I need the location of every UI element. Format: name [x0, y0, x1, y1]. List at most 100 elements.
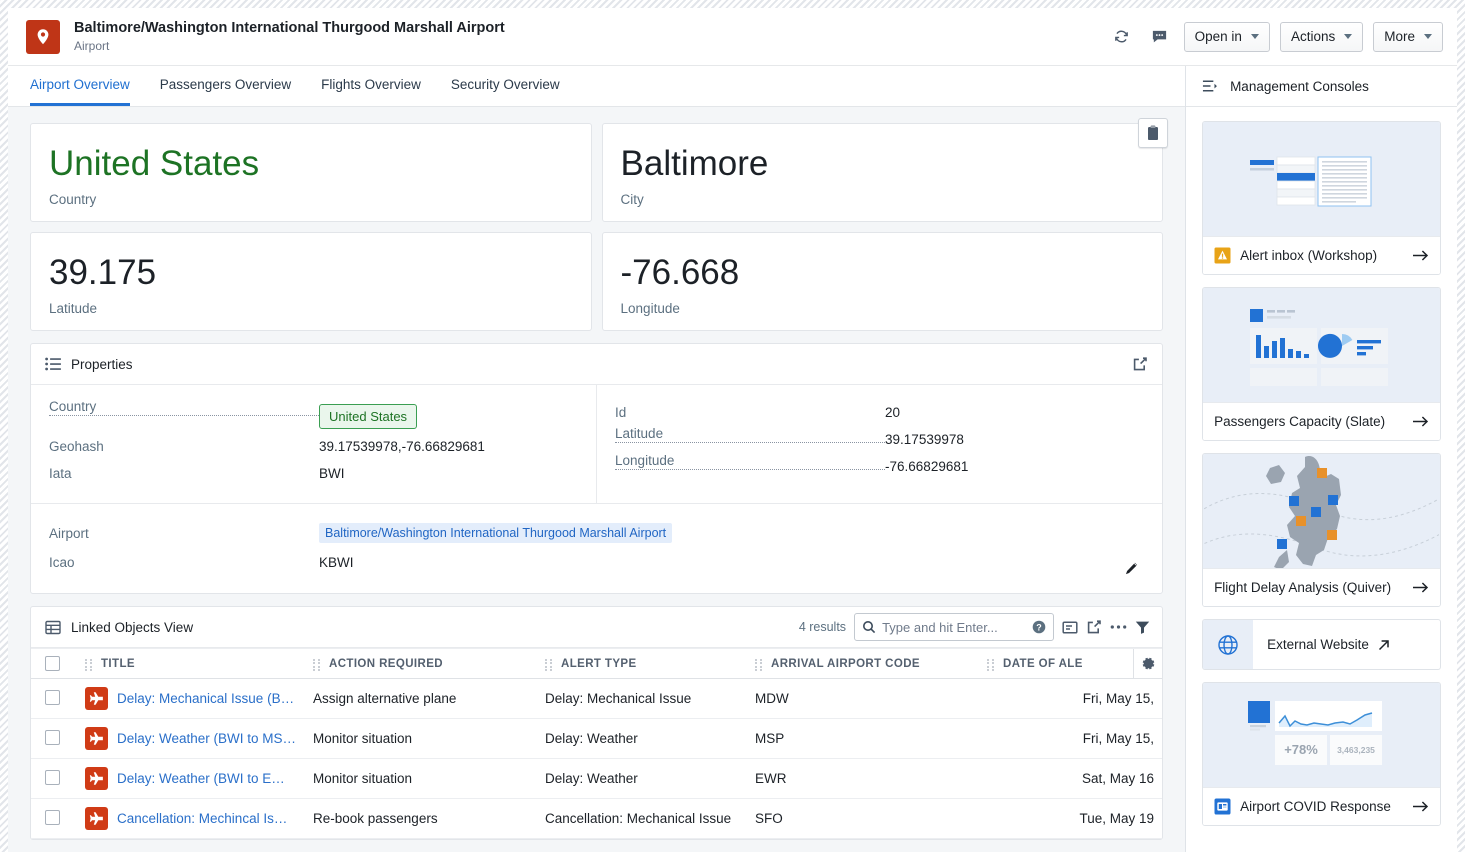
console-card-passengers-capacity[interactable]: Passengers Capacity (Slate) [1202, 287, 1442, 441]
more-button[interactable]: More [1373, 21, 1443, 52]
row-title-link[interactable]: Delay: Weather (BWI to MS… [117, 731, 296, 746]
linked-objects-header: Linked Objects View 4 results Type and h… [31, 607, 1163, 648]
console-label: Alert inbox (Workshop) [1240, 248, 1378, 263]
console-card-alert-inbox[interactable]: Alert inbox (Workshop) [1202, 121, 1442, 275]
properties-left-column: Country United States Geohash 39.1753997… [31, 385, 598, 503]
linked-objects-table: TITLE ACTION REQUIRED ALERT TYPE ARRIVAL… [31, 648, 1163, 839]
pencil-icon[interactable] [1120, 557, 1142, 579]
collapse-panel-icon[interactable] [1202, 79, 1219, 93]
table-row[interactable]: Delay: Weather (BWI to MS… Monitor situa… [31, 718, 1163, 759]
filter-icon[interactable] [1135, 620, 1150, 634]
chevron-down-icon [1250, 34, 1259, 39]
map-pin-icon [26, 19, 60, 54]
row-checkbox[interactable] [45, 689, 60, 705]
console-card-airport-covid-response[interactable]: +78% 3,463,235 Airport COVID Response [1202, 682, 1442, 826]
column-drag-handle[interactable] [85, 657, 93, 671]
property-row: Latitude 39.17539978 [597, 426, 1162, 453]
open-in-label: Open in [1194, 29, 1242, 44]
console-card-flight-delay-analysis[interactable]: Flight Delay Analysis (Quiver) [1202, 453, 1442, 607]
metric-value-longitude: -76.668 [620, 253, 740, 292]
cell-arrival-airport-code: MSP [747, 718, 979, 759]
external-website-label: External Website [1267, 637, 1369, 652]
airplane-icon [85, 807, 108, 830]
arrow-right-icon[interactable] [1412, 415, 1429, 428]
search-input-wrapper[interactable]: ? [854, 613, 1055, 641]
tab-passengers-overview[interactable]: Passengers Overview [160, 77, 291, 106]
properties-right-column: Id 20 Latitude 39.17539978 Longitude -76… [597, 385, 1162, 503]
property-key: Id [615, 405, 627, 420]
property-key[interactable]: Latitude [615, 426, 886, 443]
cell-date-of-alert: Fri, May 15, [979, 678, 1163, 719]
actions-button[interactable]: Actions [1279, 21, 1364, 52]
column-drag-handle[interactable] [987, 657, 995, 671]
tab-security-overview[interactable]: Security Overview [451, 77, 560, 106]
property-value: BWI [319, 466, 345, 481]
copy-clipboard-icon[interactable] [1138, 118, 1169, 148]
open-in-new-icon[interactable] [1086, 619, 1102, 635]
column-header-alert-type[interactable]: ALERT TYPE [537, 648, 747, 679]
property-key[interactable]: Country [49, 399, 319, 416]
column-header-action-required[interactable]: ACTION REQUIRED [305, 648, 537, 679]
row-title-link[interactable]: Delay: Weather (BWI to E… [117, 771, 285, 786]
console-footer[interactable]: Passengers Capacity (Slate) [1203, 402, 1441, 440]
open-in-new-icon[interactable] [1132, 356, 1148, 372]
table-row[interactable]: Delay: Mechanical Issue (B… Assign alter… [31, 678, 1163, 719]
property-key: Iata [49, 466, 72, 481]
column-header-date-of-alert[interactable]: DATE OF ALE [979, 648, 1163, 679]
table-header-row: TITLE ACTION REQUIRED ALERT TYPE ARRIVAL… [31, 648, 1163, 679]
property-key[interactable]: Longitude [615, 453, 886, 470]
more-horizontal-icon[interactable] [1110, 624, 1127, 630]
row-checkbox[interactable] [45, 729, 60, 745]
airport-tag[interactable]: Baltimore/Washington International Thurg… [319, 523, 673, 543]
results-count: 4 results [798, 620, 847, 634]
table-row[interactable]: Cancellation: Mechincal Is… Re-book pass… [31, 798, 1163, 839]
management-consoles-title: Management Consoles [1230, 78, 1369, 94]
console-footer[interactable]: Flight Delay Analysis (Quiver) [1203, 568, 1441, 606]
column-drag-handle[interactable] [755, 657, 763, 671]
console-footer[interactable]: Alert inbox (Workshop) [1203, 236, 1441, 274]
tab-airport-overview[interactable]: Airport Overview [30, 77, 130, 106]
external-website-card[interactable]: External Website [1202, 619, 1442, 670]
cell-date-of-alert: Sat, May 16 [979, 758, 1163, 799]
properties-header: Properties [31, 344, 1163, 385]
column-header-arrival-airport-code[interactable]: ARRIVAL AIRPORT CODE [747, 648, 979, 679]
console-label: Flight Delay Analysis (Quiver) [1214, 580, 1392, 595]
metric-row-top: United States Country Baltimore City [30, 118, 1169, 222]
linked-objects-card: Linked Objects View 4 results Type and h… [30, 606, 1164, 840]
cell-date-of-alert: Tue, May 19 [979, 798, 1163, 839]
workshop-inbox-thumb [1203, 122, 1441, 236]
property-row: Longitude -76.66829681 [597, 453, 1162, 480]
table-toolbar: 4 results Type and hit Enter... ? [799, 613, 1150, 641]
cell-title: Delay: Weather (BWI to MS… [77, 718, 305, 759]
arrow-right-icon[interactable] [1412, 249, 1429, 262]
console-footer[interactable]: Airport COVID Response [1203, 787, 1441, 825]
column-drag-handle[interactable] [313, 657, 321, 671]
arrow-right-icon[interactable] [1412, 581, 1429, 594]
external-link-icon [1377, 638, 1391, 652]
column-header-title[interactable]: TITLE [77, 648, 305, 679]
select-all-checkbox[interactable] [45, 656, 60, 671]
help-circle-icon[interactable]: ? [1032, 620, 1046, 634]
tab-flights-overview[interactable]: Flights Overview [321, 77, 421, 106]
search-input[interactable] [882, 619, 1027, 635]
property-row: Country United States [31, 399, 596, 433]
metric-row-bottom: 39.175 Latitude -76.668 Longitude [30, 232, 1164, 331]
comment-icon[interactable] [1146, 23, 1174, 51]
globe-icon [1203, 620, 1254, 669]
row-checkbox[interactable] [45, 769, 60, 785]
refresh-icon[interactable] [1108, 23, 1136, 51]
select-all-header [31, 648, 77, 679]
column-drag-handle[interactable] [545, 657, 553, 671]
country-tag[interactable]: United States [319, 403, 418, 429]
row-checkbox[interactable] [45, 809, 60, 825]
row-title-link[interactable]: Cancellation: Mechincal Is… [117, 811, 287, 826]
comment-box-icon[interactable] [1062, 620, 1078, 635]
cell-date-of-alert: Fri, May 15, [979, 718, 1163, 759]
gear-icon[interactable] [1133, 649, 1163, 678]
open-in-button[interactable]: Open in [1183, 21, 1270, 52]
arrow-right-icon[interactable] [1412, 800, 1429, 813]
row-title-link[interactable]: Delay: Mechanical Issue (B… [117, 691, 294, 706]
properties-footer: Airport Baltimore/Washington Internation… [31, 503, 1163, 593]
table-row[interactable]: Delay: Weather (BWI to E… Monitor situat… [31, 758, 1163, 799]
application-window: Baltimore/Washington International Thurg… [8, 8, 1457, 852]
